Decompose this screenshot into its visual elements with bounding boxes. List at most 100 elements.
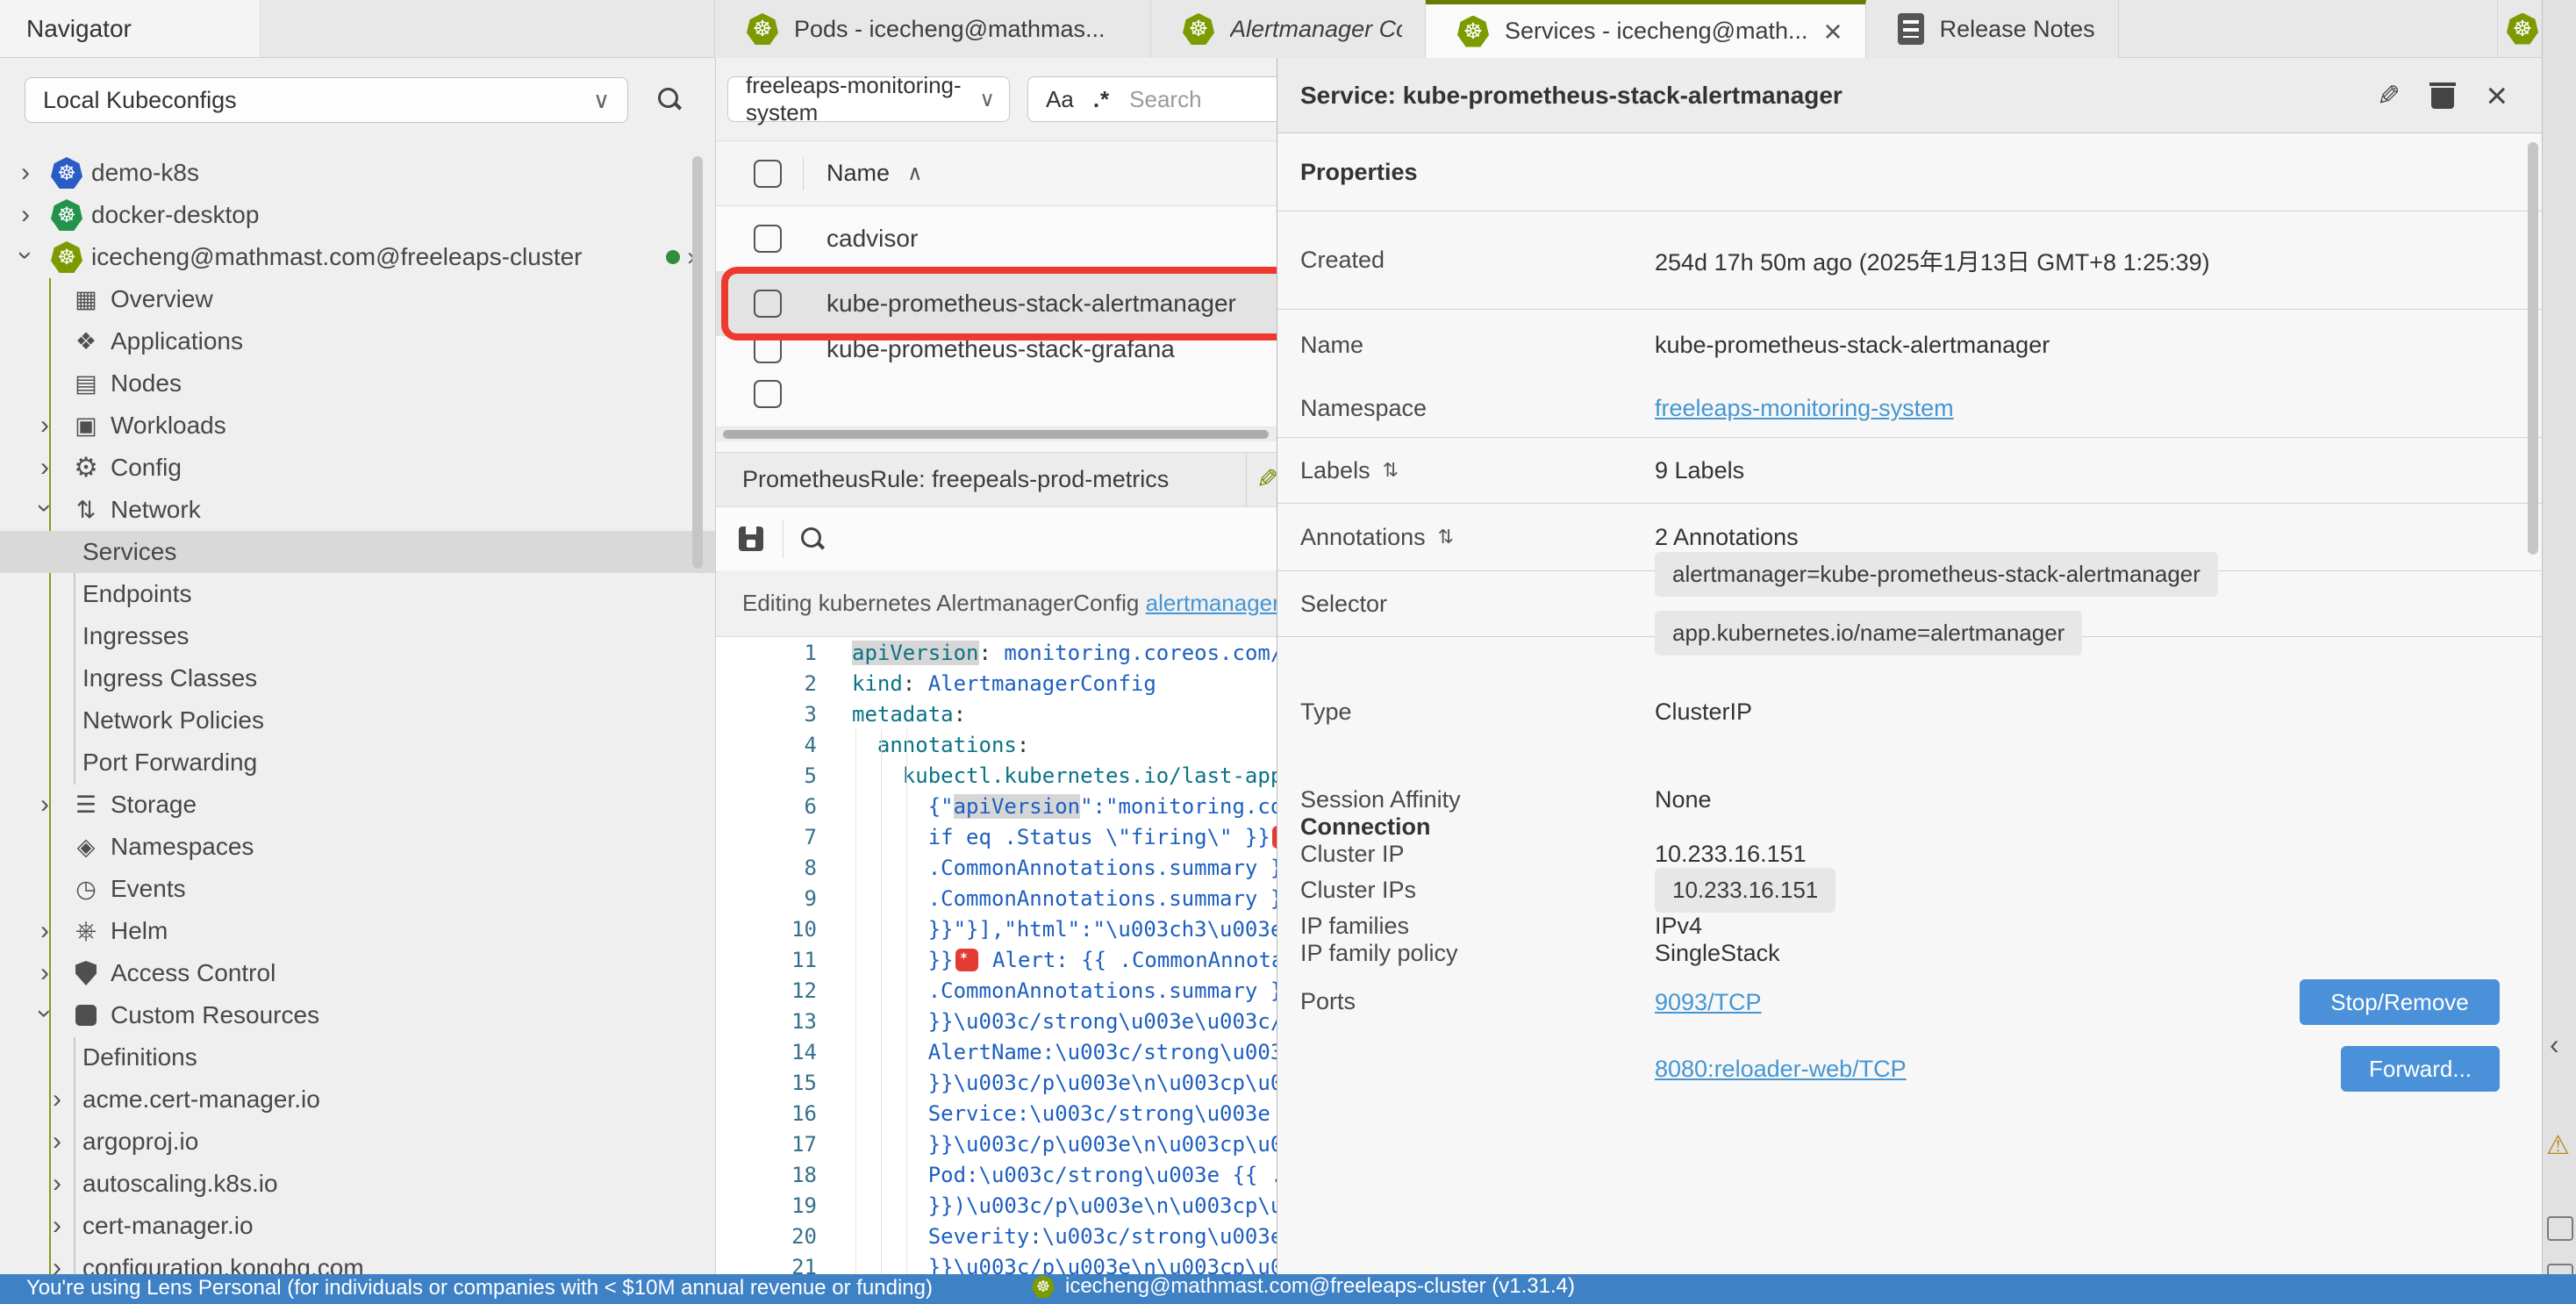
sort-toggle-icon[interactable]: ⇅ <box>1438 526 1454 548</box>
tree-item-label: acme.cert-manager.io <box>82 1085 320 1114</box>
list-search-input[interactable]: Aa .* Search <box>1027 76 1277 122</box>
document-tab[interactable]: Pods - icecheng@mathmas... <box>715 0 1151 58</box>
search-icon[interactable] <box>656 86 683 112</box>
sidebar-tree-item[interactable]: autoscaling.k8s.io › <box>0 1163 715 1205</box>
tree-item-label: Definitions <box>82 1043 197 1071</box>
document-tab[interactable]: Alertmanager Configs - icec... <box>1151 0 1426 58</box>
tree-item-label: docker-desktop <box>91 201 259 229</box>
drawer-title-bar: Service: kube-prometheus-stack-alertmana… <box>1277 58 2576 133</box>
row-checkbox[interactable] <box>754 380 782 408</box>
warning-icon[interactable]: ⚠ <box>2546 1130 2570 1161</box>
window-tab-bar: Navigator Pods - icecheng@mathmas... Ale… <box>0 0 2576 58</box>
port-link[interactable]: 9093/TCP <box>1655 989 1762 1016</box>
line-number: 5 <box>716 763 852 788</box>
alertmanager-config-link[interactable]: alertmanager <box>1146 590 1277 617</box>
row-checkbox[interactable] <box>754 335 782 363</box>
ports-row: Ports 9093/TCP Stop/Remove 8080:reloader… <box>1277 967 2576 1102</box>
rule-bar-divider <box>1246 453 1247 506</box>
forward-button[interactable]: Forward... <box>2341 1046 2500 1092</box>
sidebar-tree-item[interactable]: cert-manager.io › <box>0 1205 715 1247</box>
table-row[interactable]: cadvisor <box>716 206 1277 272</box>
document-tab[interactable]: Release Notes <box>1866 0 2119 58</box>
sidebar-tree-item[interactable]: Services › <box>0 531 715 573</box>
sort-toggle-icon[interactable]: ⇅ <box>1383 459 1399 482</box>
chevron-icon <box>53 1171 82 1197</box>
delete-icon[interactable] <box>2431 82 2454 109</box>
sidebar-tree-item[interactable]: Network Policies › <box>0 699 715 742</box>
namespace-link[interactable]: freeleaps-monitoring-system <box>1655 395 1954 422</box>
sidebar-scrollbar[interactable] <box>692 156 703 569</box>
drawer-title: Service: kube-prometheus-stack-alertmana… <box>1300 82 1843 110</box>
sidebar-tree-item[interactable]: Nodes › <box>0 362 715 405</box>
sidebar-tree-item[interactable]: configuration.konghq.com › <box>0 1247 715 1274</box>
regex-icon[interactable]: .* <box>1093 86 1110 113</box>
stop-remove-button[interactable]: Stop/Remove <box>2300 979 2500 1025</box>
sidebar-tree-item[interactable]: acme.cert-manager.io › <box>0 1078 715 1121</box>
name-column-header[interactable]: Name <box>826 160 890 187</box>
code-text: kubectl.kubernetes.io/last-appli <box>852 763 1277 788</box>
collapse-icon[interactable]: ‹ <box>2550 1028 2559 1061</box>
sidebar-tree-item[interactable]: Ingress Classes › <box>0 657 715 699</box>
sidebar-tree-item[interactable]: Access Control › <box>0 952 715 994</box>
sidebar-tree-item[interactable]: Custom Resources › <box>0 994 715 1036</box>
sidebar-tree-item[interactable]: Port Forwarding › <box>0 742 715 784</box>
drawer-scrollbar[interactable] <box>2528 142 2538 555</box>
detail-value: 10.233.16.151 <box>1655 841 1807 868</box>
document-tab[interactable]: Services - icecheng@math... × <box>1426 0 1866 58</box>
table-row[interactable]: kube-prometheus-stack-grafana <box>716 336 1277 362</box>
service-name: kube-prometheus-stack-grafana <box>826 335 1175 363</box>
close-tab-icon[interactable]: × <box>1824 16 1843 47</box>
yaml-editor[interactable]: 1 apiVersion: monitoring.coreos.com/v1 2… <box>716 637 1277 1274</box>
row-checkbox[interactable] <box>754 225 782 253</box>
panel-button[interactable] <box>2547 1216 2573 1241</box>
sidebar-tree-item[interactable]: Events › <box>0 868 715 910</box>
kubeconfig-select[interactable]: Local Kubeconfigs ∨ <box>25 77 628 123</box>
sidebar-tree-item[interactable]: Network › <box>0 489 715 531</box>
active-cluster-status[interactable]: icecheng@mathmast.com@freeleaps-cluster … <box>1032 1274 1575 1299</box>
edit-rule-icon[interactable]: ✎ <box>1256 464 1277 495</box>
save-icon[interactable] <box>739 527 763 551</box>
sidebar-tree-item[interactable]: Definitions › <box>0 1036 715 1078</box>
prometheus-rule-bar[interactable]: PrometheusRule: freepeals-prod-metrics ✎ <box>716 452 1277 507</box>
navigator-panel-tab[interactable]: Navigator <box>0 0 261 57</box>
table-row[interactable]: kube-prometheus-stack-alertmanager <box>716 272 1277 336</box>
horizontal-scrollbar[interactable] <box>716 427 1277 441</box>
sidebar-tree-item[interactable]: Storage › <box>0 784 715 826</box>
sidebar-tree-item[interactable]: demo-k8s › <box>0 152 715 194</box>
code-line: 4 annotations: <box>716 729 1277 760</box>
select-all-checkbox[interactable] <box>754 160 782 188</box>
edit-icon[interactable]: ✎ <box>2377 79 2401 112</box>
port-link[interactable]: 8080:reloader-web/TCP <box>1655 1056 1907 1083</box>
line-number: 17 <box>716 1132 852 1157</box>
sidebar-tree-item[interactable]: docker-desktop › <box>0 194 715 236</box>
toolbar-divider <box>783 519 784 558</box>
match-case-icon[interactable]: Aa <box>1046 86 1074 113</box>
code-line: 9 .CommonAnnotations.summary }} <box>716 883 1277 914</box>
sidebar-tree-item[interactable]: Ingresses › <box>0 615 715 657</box>
editor-search-icon[interactable] <box>799 526 826 552</box>
sidebar-tree-item[interactable]: Endpoints › <box>0 573 715 615</box>
detail-label: Annotations⇅ <box>1300 524 1655 551</box>
line-number: 9 <box>716 886 852 911</box>
line-number: 6 <box>716 794 852 819</box>
table-row[interactable] <box>716 362 1277 427</box>
horizontal-scrollbar-thumb[interactable] <box>723 430 1269 439</box>
tree-item-label: Port Forwarding <box>82 749 257 777</box>
sidebar-tree-item[interactable]: Namespaces › <box>0 826 715 868</box>
code-line: 14 AlertName:\u003c/strong\u003e <box>716 1036 1277 1067</box>
sidebar-tree-item[interactable]: argoproj.io › <box>0 1121 715 1163</box>
sidebar-tree-item[interactable]: Applications › <box>0 320 715 362</box>
editor-toolbar <box>716 507 1277 570</box>
line-number: 14 <box>716 1040 852 1064</box>
close-icon[interactable]: × <box>2486 77 2508 114</box>
sidebar-tree-item[interactable]: Overview › <box>0 278 715 320</box>
detail-label: Name <box>1300 332 1655 359</box>
sidebar-tree-item[interactable]: Helm › <box>0 910 715 952</box>
sort-asc-icon[interactable]: ∧ <box>907 161 923 186</box>
sidebar-tree-item[interactable]: Config › <box>0 447 715 489</box>
namespace-toolbar: freeleaps-monitoring-system ∨ Aa .* Sear… <box>716 58 1277 140</box>
namespace-select[interactable]: freeleaps-monitoring-system ∨ <box>727 76 1010 122</box>
row-checkbox[interactable] <box>754 290 782 318</box>
sidebar-tree-item[interactable]: icecheng@mathmast.com@freeleaps-cluster … <box>0 236 715 278</box>
sidebar-tree-item[interactable]: Workloads › <box>0 405 715 447</box>
